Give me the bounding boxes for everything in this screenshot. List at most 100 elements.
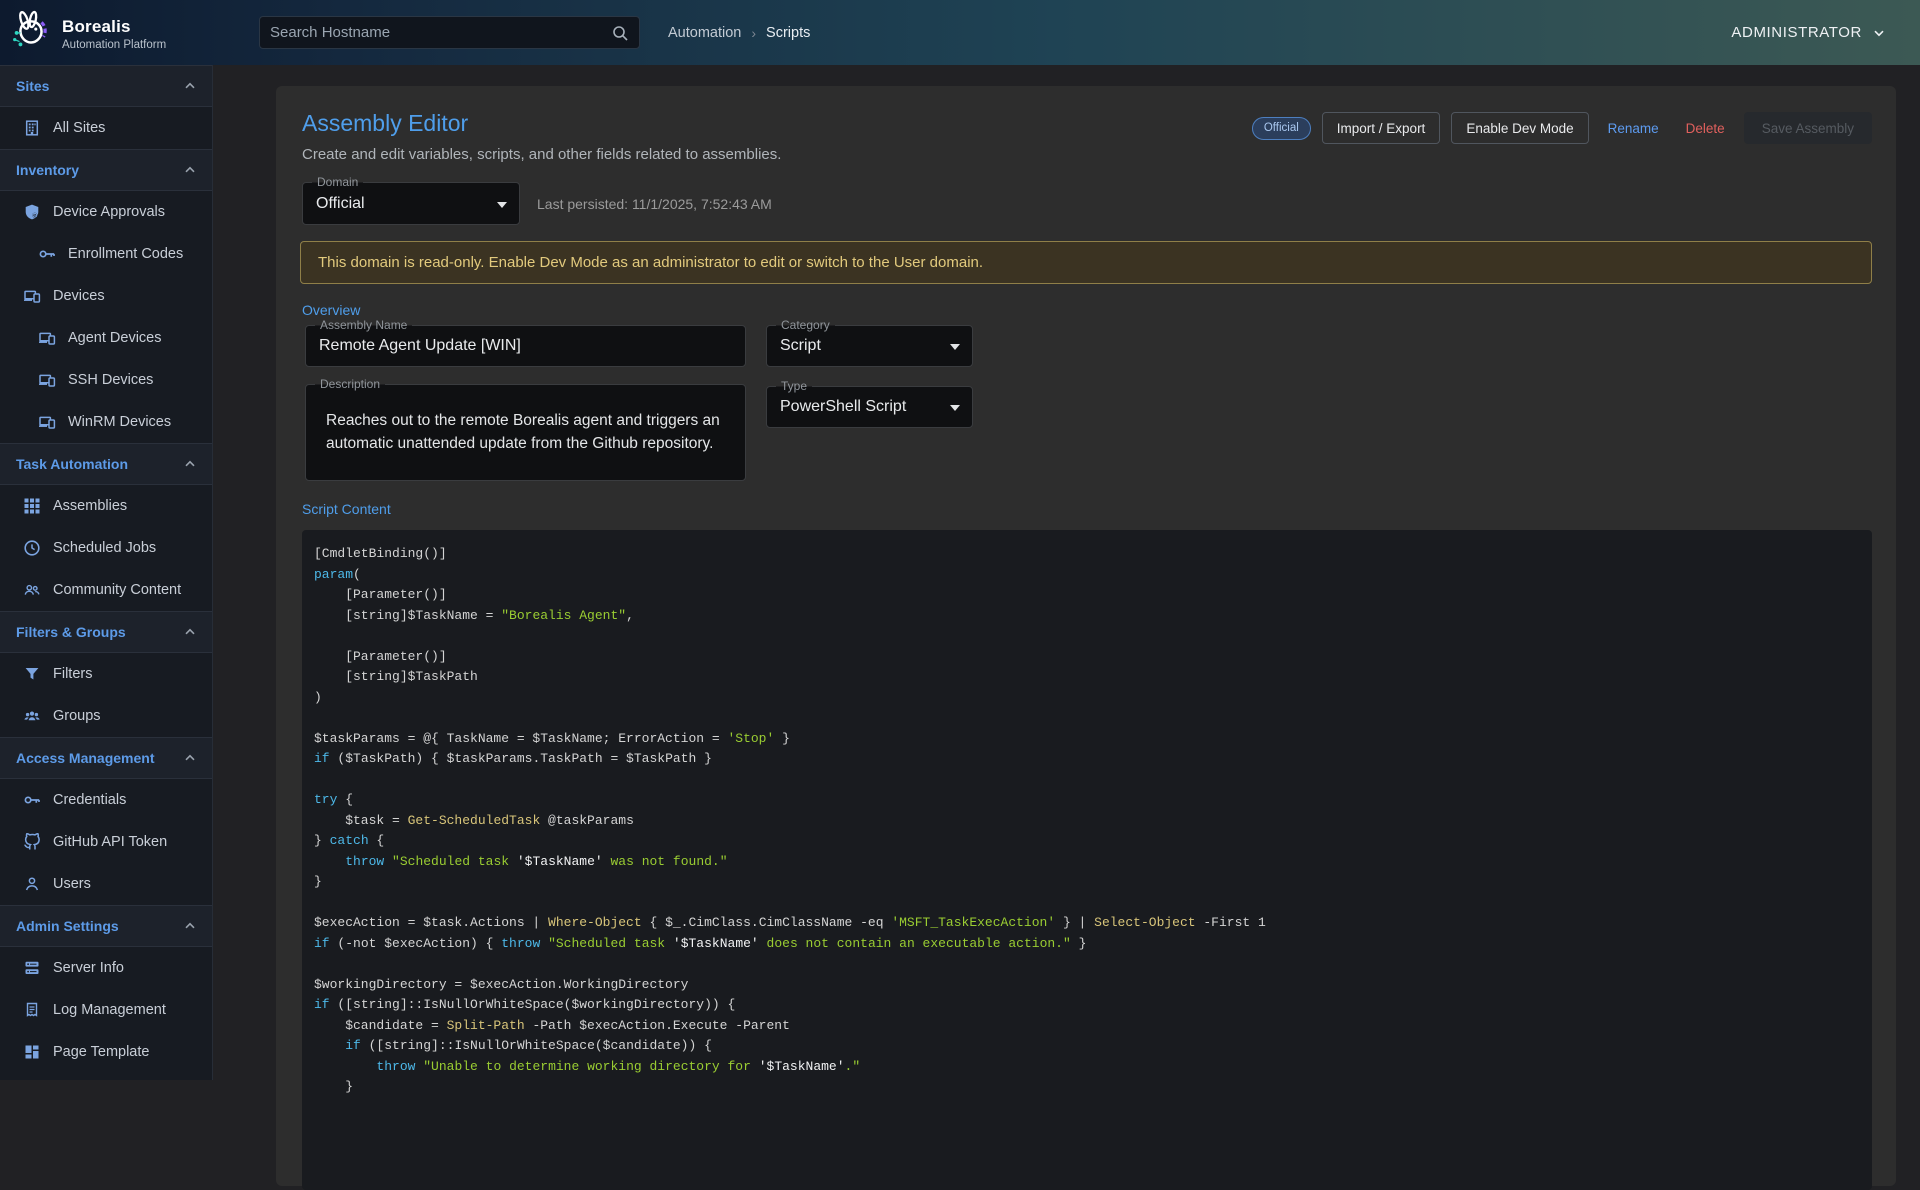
borealis-logo-icon	[8, 8, 54, 59]
sidebar-item-page-template[interactable]: Page Template	[0, 1031, 212, 1073]
chevron-up-icon	[182, 456, 198, 472]
sidebar-item-groups[interactable]: Groups	[0, 695, 212, 737]
sidebar-item-server-info[interactable]: Server Info	[0, 947, 212, 989]
breadcrumb-item-automation[interactable]: Automation	[668, 25, 741, 41]
sidebar-item-github-api-token[interactable]: GitHub API Token	[0, 821, 212, 863]
chevron-up-icon	[182, 78, 198, 94]
sidebar-item-label: Groups	[53, 708, 101, 724]
sidebar-section-label: Access Management	[16, 750, 155, 766]
building-icon	[22, 118, 42, 138]
sidebar-item-all-sites[interactable]: All Sites	[0, 107, 212, 149]
delete-button[interactable]: Delete	[1678, 112, 1733, 144]
devices-icon	[37, 328, 57, 348]
sidebar-section-sites[interactable]: Sites	[0, 65, 212, 107]
user-menu-label: ADMINISTRATOR	[1731, 24, 1862, 41]
sidebar-item-label: SSH Devices	[68, 372, 153, 388]
sidebar-section-label: Task Automation	[16, 456, 128, 472]
code-line: [Parameter()]	[314, 647, 1860, 668]
chevron-up-icon	[182, 624, 198, 640]
code-line: param(	[314, 565, 1860, 586]
description-field[interactable]: Description Reaches out to the remote Bo…	[305, 384, 746, 481]
sidebar-item-label: Filters	[53, 666, 92, 682]
code-line: )	[314, 688, 1860, 709]
sidebar-item-credentials[interactable]: Credentials	[0, 779, 212, 821]
sidebar-section-access-management[interactable]: Access Management	[0, 737, 212, 779]
sidebar-item-devices[interactable]: Devices	[0, 275, 212, 317]
search-input[interactable]	[270, 24, 611, 41]
caret-down-icon	[497, 202, 507, 208]
sidebar-section-admin-settings[interactable]: Admin Settings	[0, 905, 212, 947]
category-select[interactable]: Category Script	[766, 325, 973, 367]
brand-subtitle: Automation Platform	[62, 39, 166, 51]
code-line: $workingDirectory = $execAction.WorkingD…	[314, 975, 1860, 996]
code-line: throw "Unable to determine working direc…	[314, 1057, 1860, 1078]
community-icon	[22, 580, 42, 600]
sidebar-item-assemblies[interactable]: Assemblies	[0, 485, 212, 527]
code-line	[314, 893, 1860, 914]
breadcrumb-item-scripts[interactable]: Scripts	[766, 25, 810, 41]
rename-button[interactable]: Rename	[1600, 112, 1667, 144]
import-export-button[interactable]: Import / Export	[1322, 112, 1441, 144]
assembly-editor-card: Assembly Editor Create and edit variable…	[276, 86, 1896, 1186]
editor-actions: Official Import / Export Enable Dev Mode…	[1252, 112, 1872, 144]
category-select-label: Category	[776, 318, 835, 333]
sidebar-item-community-content[interactable]: Community Content	[0, 569, 212, 611]
domain-select[interactable]: Domain Official	[302, 182, 520, 225]
sidebar-item-label: Assemblies	[53, 498, 127, 514]
user-menu[interactable]: ADMINISTRATOR	[1731, 0, 1887, 65]
sidebar-section-inventory[interactable]: Inventory	[0, 149, 212, 191]
sidebar-item-enrollment-codes[interactable]: Enrollment Codes	[0, 233, 212, 275]
sidebar-item-filters[interactable]: Filters	[0, 653, 212, 695]
sidebar-item-label: Server Info	[53, 960, 124, 976]
brand[interactable]: Borealis Automation Platform	[8, 8, 166, 59]
caret-down-icon	[950, 405, 960, 411]
topbar: Borealis Automation Platform Automation …	[0, 0, 1920, 65]
groups-icon	[22, 706, 42, 726]
code-line	[314, 708, 1860, 729]
assembly-name-value: Remote Agent Update [WIN]	[319, 337, 521, 355]
search-icon	[611, 24, 629, 42]
server-icon	[22, 958, 42, 978]
sidebar-item-winrm-devices[interactable]: WinRM Devices	[0, 401, 212, 443]
assembly-name-field[interactable]: Assembly Name Remote Agent Update [WIN]	[305, 325, 746, 367]
person-icon	[22, 874, 42, 894]
code-line: [string]$TaskPath	[314, 667, 1860, 688]
code-line: }	[314, 1077, 1860, 1098]
sidebar-item-label: Log Management	[53, 1002, 166, 1018]
sidebar-section-filters-groups[interactable]: Filters & Groups	[0, 611, 212, 653]
github-icon	[22, 832, 42, 852]
sidebar-item-label: Devices	[53, 288, 105, 304]
search-box[interactable]	[259, 16, 640, 49]
chevron-up-icon	[182, 918, 198, 934]
type-select[interactable]: Type PowerShell Script	[766, 386, 973, 428]
grid-icon	[22, 496, 42, 516]
sidebar-item-label: Page Template	[53, 1044, 149, 1060]
devices-icon	[37, 370, 57, 390]
sidebar-section-task-automation[interactable]: Task Automation	[0, 443, 212, 485]
code-line: $execAction = $task.Actions | Where-Obje…	[314, 913, 1860, 934]
caret-down-icon	[950, 344, 960, 350]
category-select-value: Script	[780, 337, 821, 355]
main-area: Assembly Editor Create and edit variable…	[213, 65, 1920, 1080]
layout-icon	[22, 1042, 42, 1062]
script-editor[interactable]: [CmdletBinding()]param( [Parameter()] [s…	[302, 530, 1872, 1190]
sidebar-section-label: Inventory	[16, 162, 79, 178]
official-domain-chip[interactable]: Official	[1252, 117, 1311, 140]
brand-title: Borealis	[62, 17, 166, 37]
sidebar-item-agent-devices[interactable]: Agent Devices	[0, 317, 212, 359]
sidebar-item-log-management[interactable]: Log Management	[0, 989, 212, 1031]
sidebar-item-label: Users	[53, 876, 91, 892]
sidebar-item-ssh-devices[interactable]: SSH Devices	[0, 359, 212, 401]
sidebar-item-scheduled-jobs[interactable]: Scheduled Jobs	[0, 527, 212, 569]
sidebar-item-label: Enrollment Codes	[68, 246, 183, 262]
enable-dev-mode-button[interactable]: Enable Dev Mode	[1451, 112, 1588, 144]
sidebar-item-users[interactable]: Users	[0, 863, 212, 905]
assembly-name-label: Assembly Name	[315, 318, 412, 333]
save-assembly-button[interactable]: Save Assembly	[1744, 112, 1872, 144]
clock-icon	[22, 538, 42, 558]
code-line: if ([string]::IsNullOrWhiteSpace($workin…	[314, 995, 1860, 1016]
code-line: if ($TaskPath) { $taskParams.TaskPath = …	[314, 749, 1860, 770]
sidebar-item-device-approvals[interactable]: Device Approvals	[0, 191, 212, 233]
last-persisted-text: Last persisted: 11/1/2025, 7:52:43 AM	[537, 182, 772, 225]
domain-select-value: Official	[316, 195, 365, 213]
